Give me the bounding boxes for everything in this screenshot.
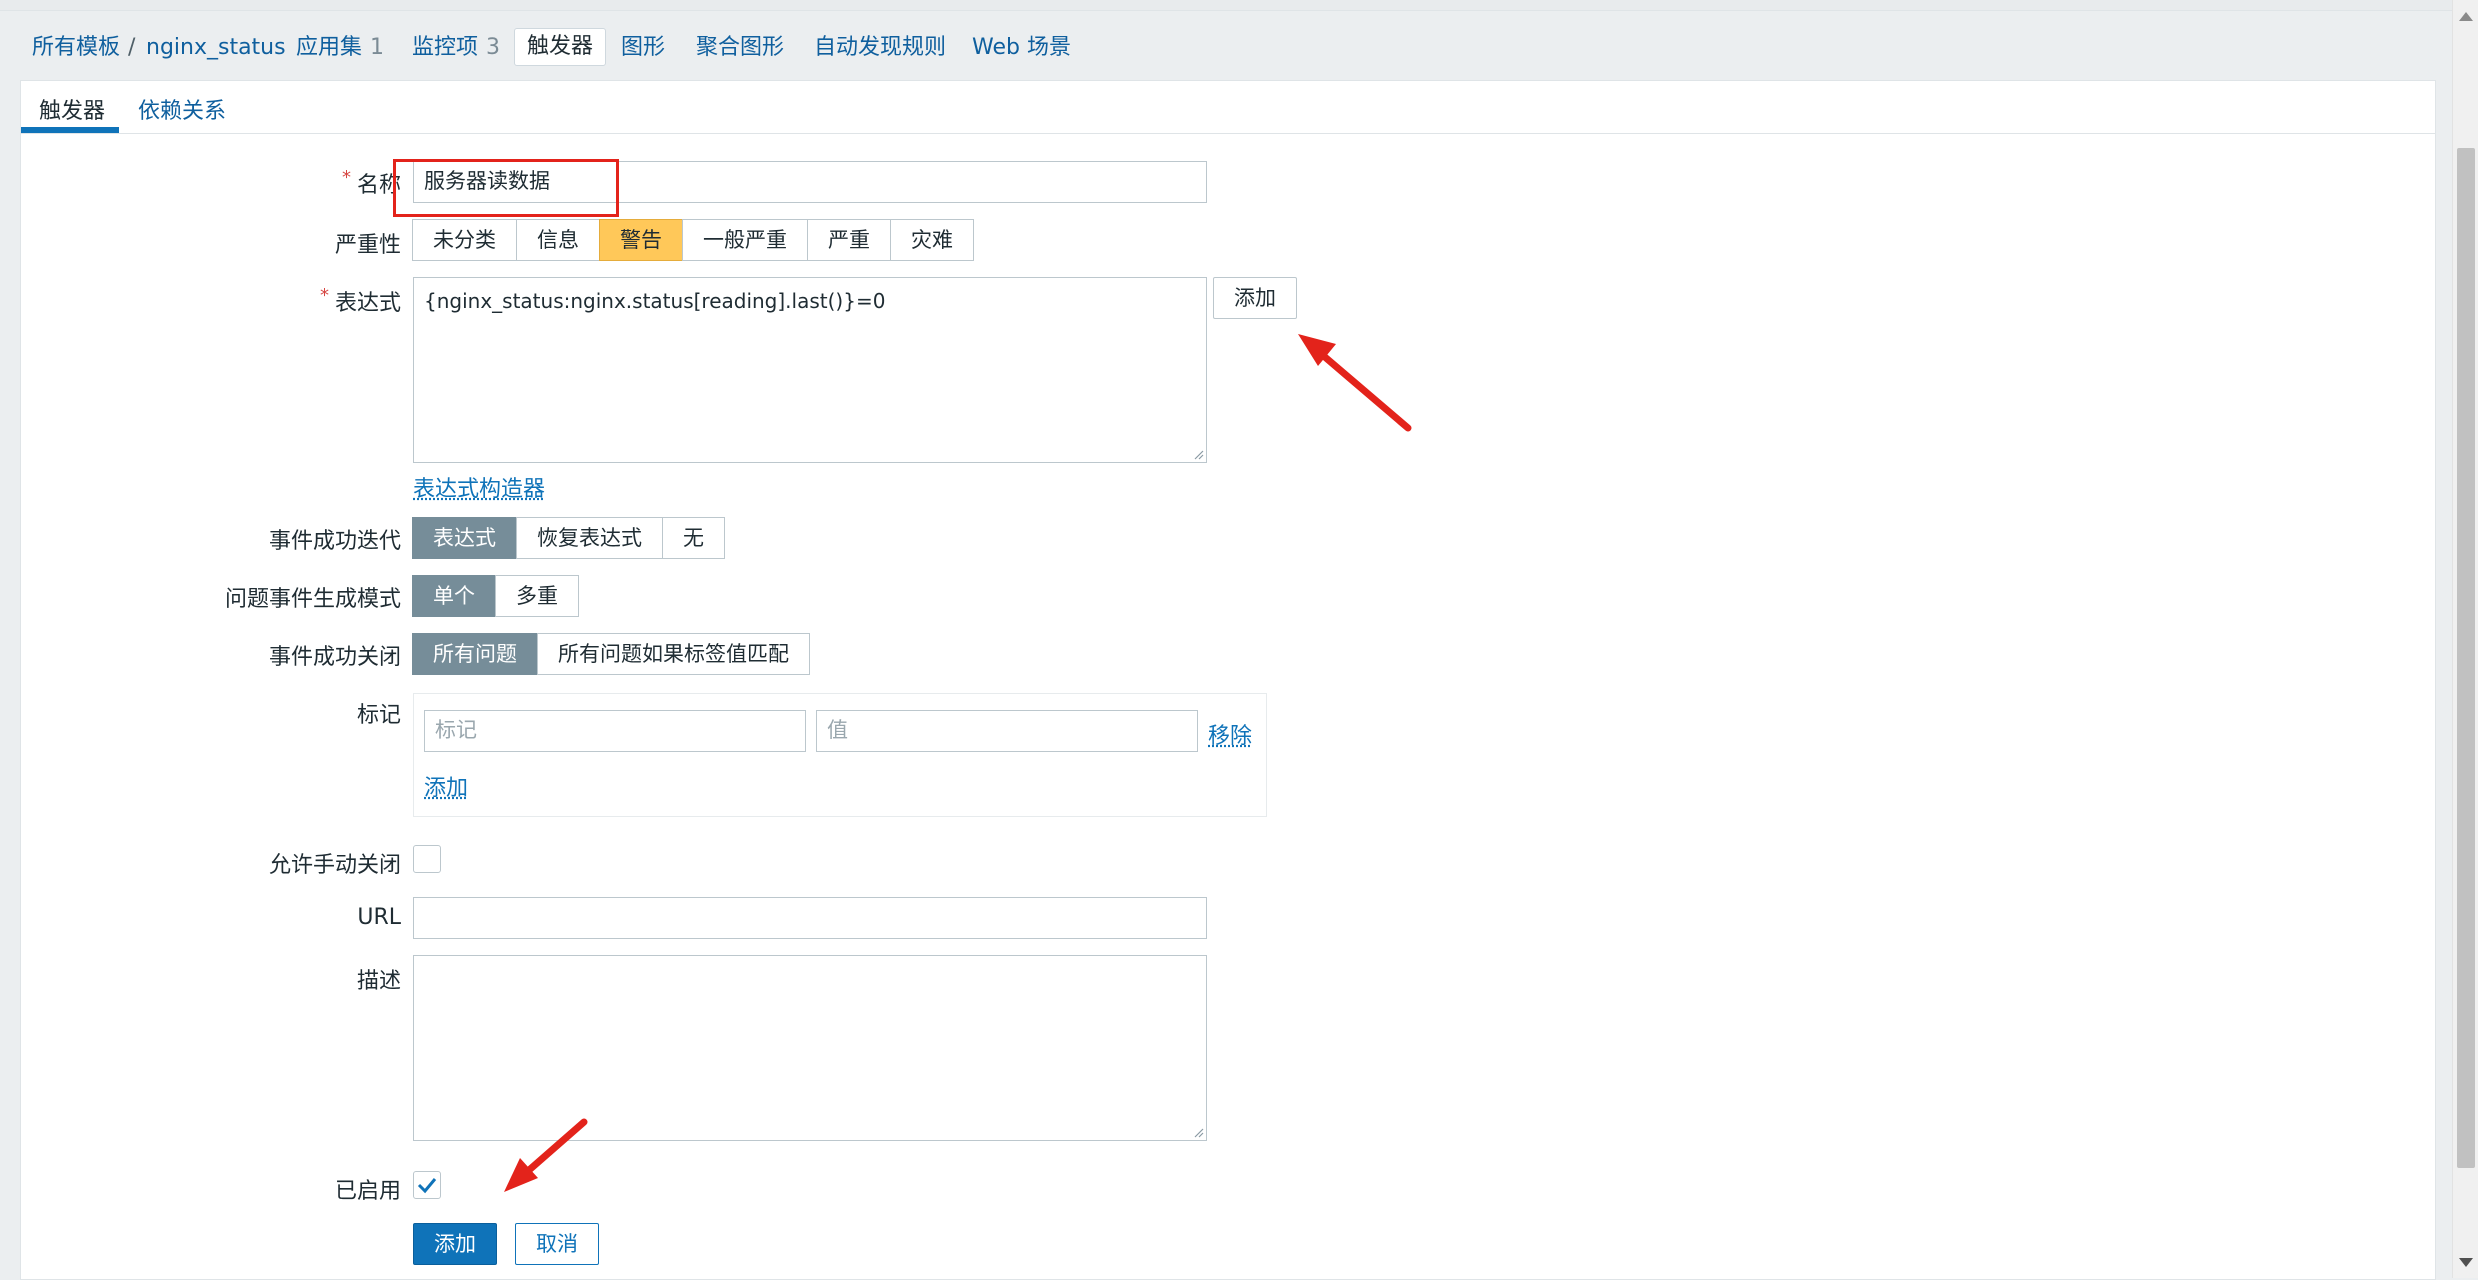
scroll-up-icon[interactable]: [2459, 12, 2473, 21]
annotation-arrows: [504, 334, 1412, 1192]
scroll-thumb[interactable]: [2457, 148, 2475, 1168]
vertical-scrollbar[interactable]: [2452, 0, 2478, 1278]
arrow-icon: [1298, 334, 1412, 432]
scroll-down-icon[interactable]: [2459, 1258, 2473, 1267]
arrow-icon: [504, 1118, 588, 1192]
